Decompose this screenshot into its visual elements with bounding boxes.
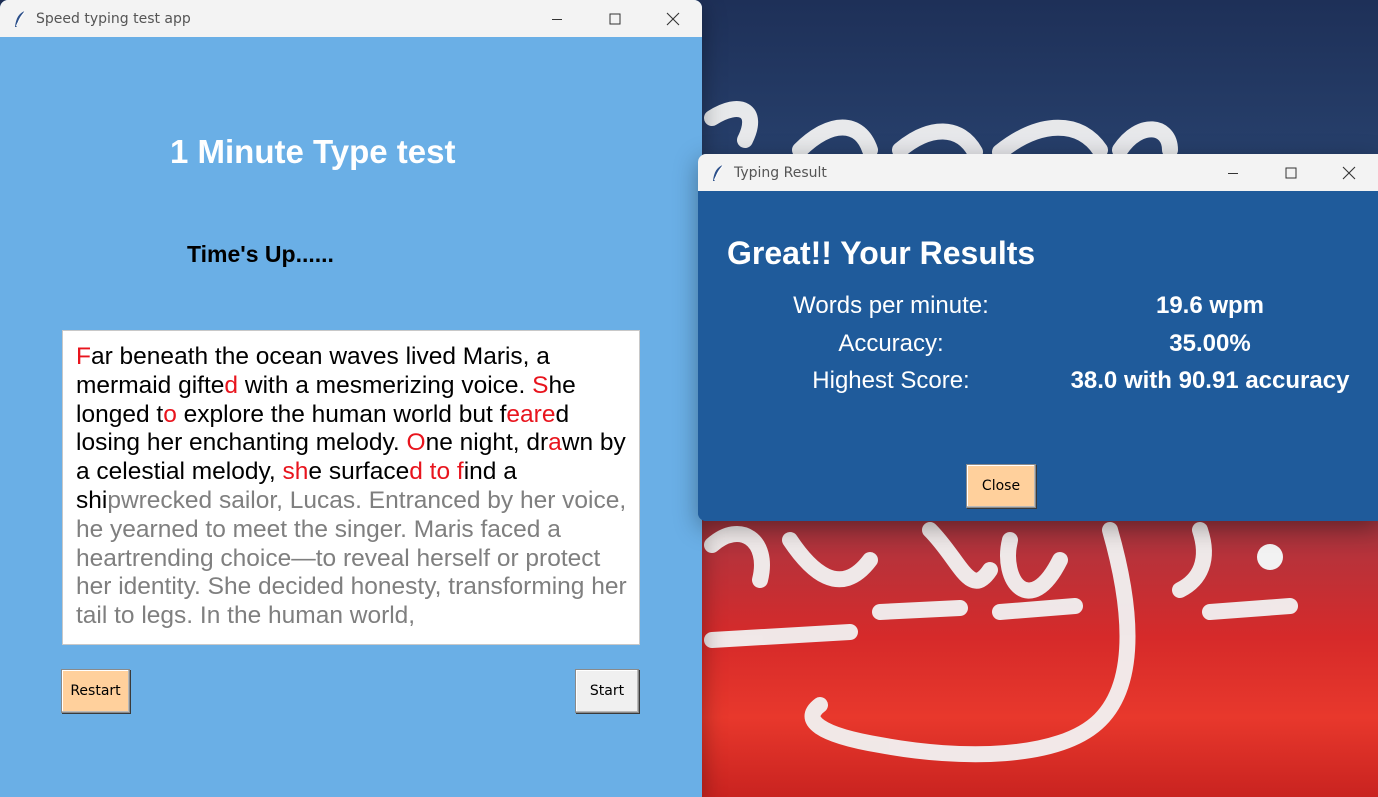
window-controls: [1204, 154, 1378, 191]
minimize-icon: [1228, 172, 1238, 174]
close-window-button[interactable]: [1320, 154, 1378, 191]
maximize-button[interactable]: [586, 0, 644, 37]
text-segment: sh: [282, 458, 309, 486]
text-segment: d to f: [409, 458, 464, 486]
result-window-titlebar[interactable]: Typing Result: [698, 154, 1378, 191]
timer-status: Time's Up......: [187, 241, 334, 267]
text-segment: eare: [506, 400, 556, 428]
text-segment-untyped: pwrecked sailor, Lucas. Entranced by her…: [76, 486, 627, 630]
wpm-value: 19.6 wpm: [1155, 292, 1265, 319]
typing-text-area[interactable]: Far beneath the ocean waves lived Maris,…: [62, 330, 640, 645]
result-window-content: Great!! Your Results Words per minute: 1…: [698, 191, 1378, 521]
feather-icon: [710, 164, 726, 182]
wallpaper-dot: [1257, 544, 1283, 570]
text-segment: d: [224, 371, 239, 399]
close-window-button[interactable]: [644, 0, 702, 37]
accuracy-value: 35.00%: [1169, 330, 1251, 357]
main-window: Speed typing test app 1 Minute Type test…: [0, 0, 702, 797]
text-segment: with a mesmerizing voice.: [238, 371, 533, 399]
text-segment: O: [406, 429, 426, 457]
minimize-icon: [552, 18, 562, 20]
text-segment: o: [163, 400, 177, 428]
text-segment: F: [76, 343, 91, 370]
wpm-label: Words per minute:: [793, 292, 989, 319]
highest-score-label: Highest Score:: [812, 367, 970, 394]
accuracy-label: Accuracy:: [838, 330, 944, 357]
minimize-button[interactable]: [1204, 154, 1262, 191]
close-icon: [1342, 166, 1356, 179]
restart-button[interactable]: Restart: [61, 669, 130, 713]
close-button[interactable]: Close: [966, 464, 1036, 508]
main-window-content: 1 Minute Type test Time's Up...... Far b…: [0, 37, 702, 797]
results-heading: Great!! Your Results: [727, 235, 1036, 271]
highest-score-value: 38.0 with 90.91 accuracy: [1070, 367, 1350, 394]
main-window-title: Speed typing test app: [36, 10, 191, 27]
maximize-icon: [1285, 167, 1297, 178]
close-icon: [666, 12, 680, 25]
main-window-titlebar[interactable]: Speed typing test app: [0, 0, 702, 37]
minimize-button[interactable]: [528, 0, 586, 37]
window-controls: [528, 0, 702, 37]
text-segment: S: [532, 371, 549, 399]
text-segment: a: [548, 429, 562, 457]
feather-icon: [12, 10, 28, 28]
result-window: Typing Result Great!! Your Results Words…: [698, 154, 1378, 521]
page-title: 1 Minute Type test: [170, 133, 456, 170]
text-segment: explore the human world but f: [176, 400, 507, 428]
text-segment: ne night, dr: [425, 429, 549, 457]
maximize-button[interactable]: [1262, 154, 1320, 191]
maximize-icon: [609, 13, 621, 24]
start-button[interactable]: Start: [575, 669, 639, 713]
text-segment: e surface: [308, 458, 410, 486]
result-window-title: Typing Result: [734, 164, 827, 181]
